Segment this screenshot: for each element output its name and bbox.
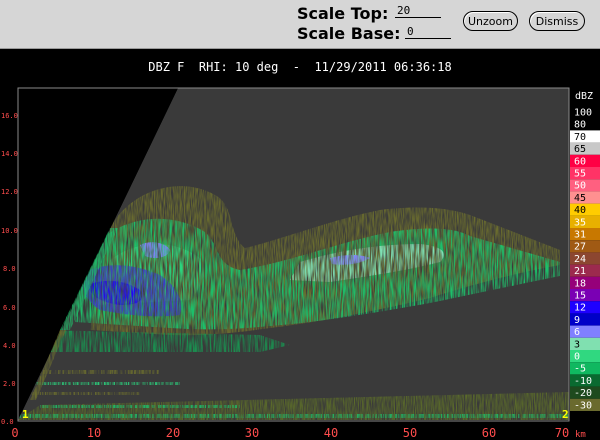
colorbar: dBZ 100807065605550454035312724211815129… [570, 91, 600, 411]
y-tick-label: 8.0 [3, 265, 16, 273]
colorbar-label: 65 [574, 144, 586, 155]
colorbar-label: -5 [574, 364, 586, 375]
colorbar-label: -30 [574, 400, 592, 411]
colorbar-label: 18 [574, 278, 586, 289]
rhi-plot[interactable]: 1 2 0 10 20 30 40 50 60 70 km 0.0 2.0 4.… [0, 0, 600, 440]
y-axis: 0.0 2.0 4.0 6.0 8.0 10.0 12.0 14.0 16.0 [1, 112, 18, 426]
colorbar-label: 100 [574, 108, 592, 119]
y-tick-label: 4.0 [3, 342, 16, 350]
y-tick-label: 0.0 [1, 418, 14, 426]
colorbar-label: 27 [574, 242, 586, 253]
colorbar-label: 6 [574, 327, 580, 338]
colorbar-label: 55 [574, 169, 586, 180]
corner-marker-start: 1 [22, 408, 29, 421]
y-tick-label: 10.0 [1, 227, 18, 235]
colorbar-label: 40 [574, 205, 586, 216]
x-tick-label: 20 [166, 426, 180, 440]
colorbar-label: 15 [574, 291, 586, 302]
x-tick-label: 40 [324, 426, 338, 440]
colorbar-label: 21 [574, 266, 586, 277]
x-unit-label: km [575, 430, 586, 440]
colorbar-label: 45 [574, 193, 586, 204]
colorbar-title: dBZ [575, 91, 593, 102]
colorbar-label: 35 [574, 217, 586, 228]
colorbar-label: 50 [574, 181, 586, 192]
x-axis: 0 10 20 30 40 50 60 70 km [11, 426, 585, 440]
y-tick-label: 2.0 [3, 380, 16, 388]
y-tick-label: 12.0 [1, 188, 18, 196]
colorbar-label: 12 [574, 303, 586, 314]
colorbar-label: 70 [574, 132, 586, 143]
colorbar-label: -10 [574, 376, 592, 387]
corner-marker-end: 2 [562, 408, 569, 421]
colorbar-label: 60 [574, 156, 586, 167]
x-tick-label: 30 [245, 426, 259, 440]
radar-echo-layer [18, 88, 569, 420]
colorbar-label: 0 [574, 352, 580, 363]
colorbar-label: -20 [574, 388, 592, 399]
colorbar-label: 24 [574, 254, 586, 265]
colorbar-label: 31 [574, 230, 586, 241]
y-tick-label: 14.0 [1, 150, 18, 158]
colorbar-label: 80 [574, 120, 586, 131]
x-tick-label: 0 [11, 426, 18, 440]
y-tick-label: 6.0 [3, 304, 16, 312]
x-tick-label: 70 [555, 426, 569, 440]
x-tick-label: 10 [87, 426, 101, 440]
colorbar-label: 9 [574, 315, 580, 326]
y-tick-label: 16.0 [1, 112, 18, 120]
x-tick-label: 60 [482, 426, 496, 440]
colorbar-label: 3 [574, 339, 580, 350]
x-tick-label: 50 [403, 426, 417, 440]
